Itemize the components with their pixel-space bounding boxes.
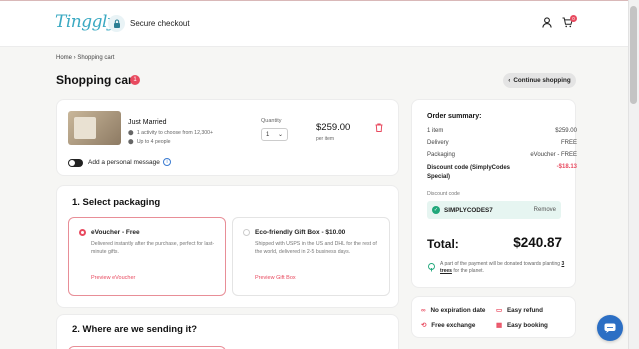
continue-shopping-label: Continue shopping	[513, 77, 571, 84]
applied-coupon: ✓ SIMPLYCODES7 Remove	[427, 201, 561, 219]
feature-easy-refund: ▭ Easy refund	[496, 307, 543, 314]
people-icon: ⬤	[128, 139, 134, 145]
personal-message-label: Add a personal message	[88, 159, 160, 166]
coupon-code: SIMPLYCODES7	[444, 206, 493, 214]
feature-no-expiration: ∞ No expiration date	[421, 307, 485, 314]
location-pin-icon: ⬤	[128, 130, 134, 136]
packaging-card: 1. Select packaging eVoucher - Free Deli…	[56, 185, 399, 308]
continue-shopping-button[interactable]: ‹ Continue shopping	[503, 73, 576, 88]
breadcrumb[interactable]: Home › Shopping cart	[56, 55, 114, 61]
item-detail-1: 1 activity to choose from 12,300+	[136, 130, 214, 136]
calendar-icon: ▦	[496, 322, 502, 329]
cart-items-badge: 1	[130, 75, 140, 85]
item-price: $259.00	[316, 122, 351, 133]
info-icon[interactable]: i	[163, 158, 171, 166]
infinity-icon: ∞	[421, 307, 426, 314]
scrollbar-thumb[interactable]	[630, 6, 637, 104]
evoucher-title: eVoucher - Free	[91, 229, 140, 236]
summary-row-value: eVoucher - FREE	[530, 152, 577, 158]
giftbox-title: Eco-friendly Gift Box - $10.00	[255, 229, 346, 236]
option-giftbox[interactable]: Eco-friendly Gift Box - $10.00 Shipped w…	[232, 217, 390, 296]
evoucher-radio[interactable]	[79, 229, 86, 236]
chevron-left-icon: ‹	[508, 77, 511, 84]
donation-text: A part of the payment will be donated to…	[440, 261, 562, 267]
summary-title: Order summary:	[427, 113, 482, 120]
price-unit: per item	[316, 136, 335, 142]
shipping-title: 2. Where are we sending it?	[72, 324, 198, 335]
trash-icon[interactable]	[375, 123, 383, 134]
summary-row-discount: Discount code (SimplyCodes Special) -$18…	[427, 164, 577, 181]
item-detail-people: ⬤ Up to 4 people	[128, 139, 171, 145]
refund-icon: ▭	[496, 307, 502, 314]
option-evoucher[interactable]: eVoucher - Free Delivered instantly afte…	[68, 217, 226, 296]
summary-row-value: -$18.13	[556, 164, 577, 170]
summary-row-label: Discount code (SimplyCodes Special)	[427, 165, 511, 180]
summary-row: Packaging eVoucher - FREE	[427, 152, 577, 158]
lock-icon	[108, 15, 125, 32]
giftbox-radio[interactable]	[243, 229, 250, 236]
features-card: ∞ No expiration date ▭ Easy refund ⟲ Fre…	[411, 296, 576, 338]
feature-easy-booking: ▦ Easy booking	[496, 322, 548, 329]
exchange-icon: ⟲	[421, 322, 427, 329]
personal-message-toggle[interactable]	[68, 159, 83, 167]
user-icon[interactable]	[542, 17, 552, 30]
donation-note: A part of the payment will be donated to…	[440, 261, 565, 276]
feature-label: Easy booking	[506, 322, 548, 329]
summary-row-label: Packaging	[427, 152, 456, 158]
item-name[interactable]: Just Married	[128, 119, 167, 126]
quantity-label: Quantity	[261, 118, 282, 124]
item-detail-activities: ⬤ 1 activity to choose from 12,300+	[128, 130, 213, 136]
total-value: $240.87	[513, 235, 562, 250]
shipping-card: 2. Where are we sending it?	[56, 314, 399, 349]
total-label: Total:	[427, 237, 459, 251]
preview-giftbox-link[interactable]: Preview Gift Box	[255, 275, 296, 281]
feature-label: Free exchange	[431, 322, 476, 329]
page-title: Shopping cart	[56, 73, 137, 87]
cart-count-badge: 0	[570, 15, 577, 22]
remove-coupon-button[interactable]: Remove	[534, 207, 556, 213]
summary-row-value: $259.00	[555, 128, 577, 134]
item-detail-2: Up to 4 people	[136, 139, 171, 145]
feature-free-exchange: ⟲ Free exchange	[421, 322, 475, 329]
cart-item-card: Just Married ⬤ 1 activity to choose from…	[56, 99, 399, 176]
site-header: Tinggly Secure checkout 0	[0, 1, 628, 47]
evoucher-desc: Delivered instantly after the purchase, …	[91, 241, 215, 255]
product-image[interactable]	[68, 111, 121, 145]
chevron-down-icon: ⌄	[277, 132, 283, 138]
tree-icon	[427, 263, 436, 274]
giftbox-desc: Shipped with USPS in the US and DHL for …	[255, 241, 377, 255]
quantity-value: 1	[266, 131, 270, 138]
secure-checkout-label: Secure checkout	[130, 19, 190, 28]
summary-row-label: Delivery	[427, 140, 449, 146]
feature-label: No expiration date	[430, 307, 486, 314]
donation-text-end: for the planet.	[451, 268, 484, 275]
logo[interactable]: Tinggly	[55, 12, 117, 32]
chat-icon	[604, 323, 616, 333]
summary-row-label: 1 item	[427, 128, 444, 134]
packaging-title: 1. Select packaging	[72, 197, 161, 208]
chat-button[interactable]	[597, 315, 623, 341]
summary-row: 1 item $259.00	[427, 128, 577, 134]
discount-code-label: Discount code	[427, 191, 460, 197]
quantity-select[interactable]: 1 ⌄	[261, 128, 288, 141]
summary-row-value: FREE	[560, 140, 577, 146]
check-icon: ✓	[432, 206, 440, 214]
order-summary-card: Order summary: 1 item $259.00 Delivery F…	[411, 99, 577, 288]
preview-evoucher-link[interactable]: Preview eVoucher	[91, 275, 135, 281]
feature-label: Easy refund	[506, 307, 543, 314]
summary-row: Delivery FREE	[427, 140, 577, 146]
